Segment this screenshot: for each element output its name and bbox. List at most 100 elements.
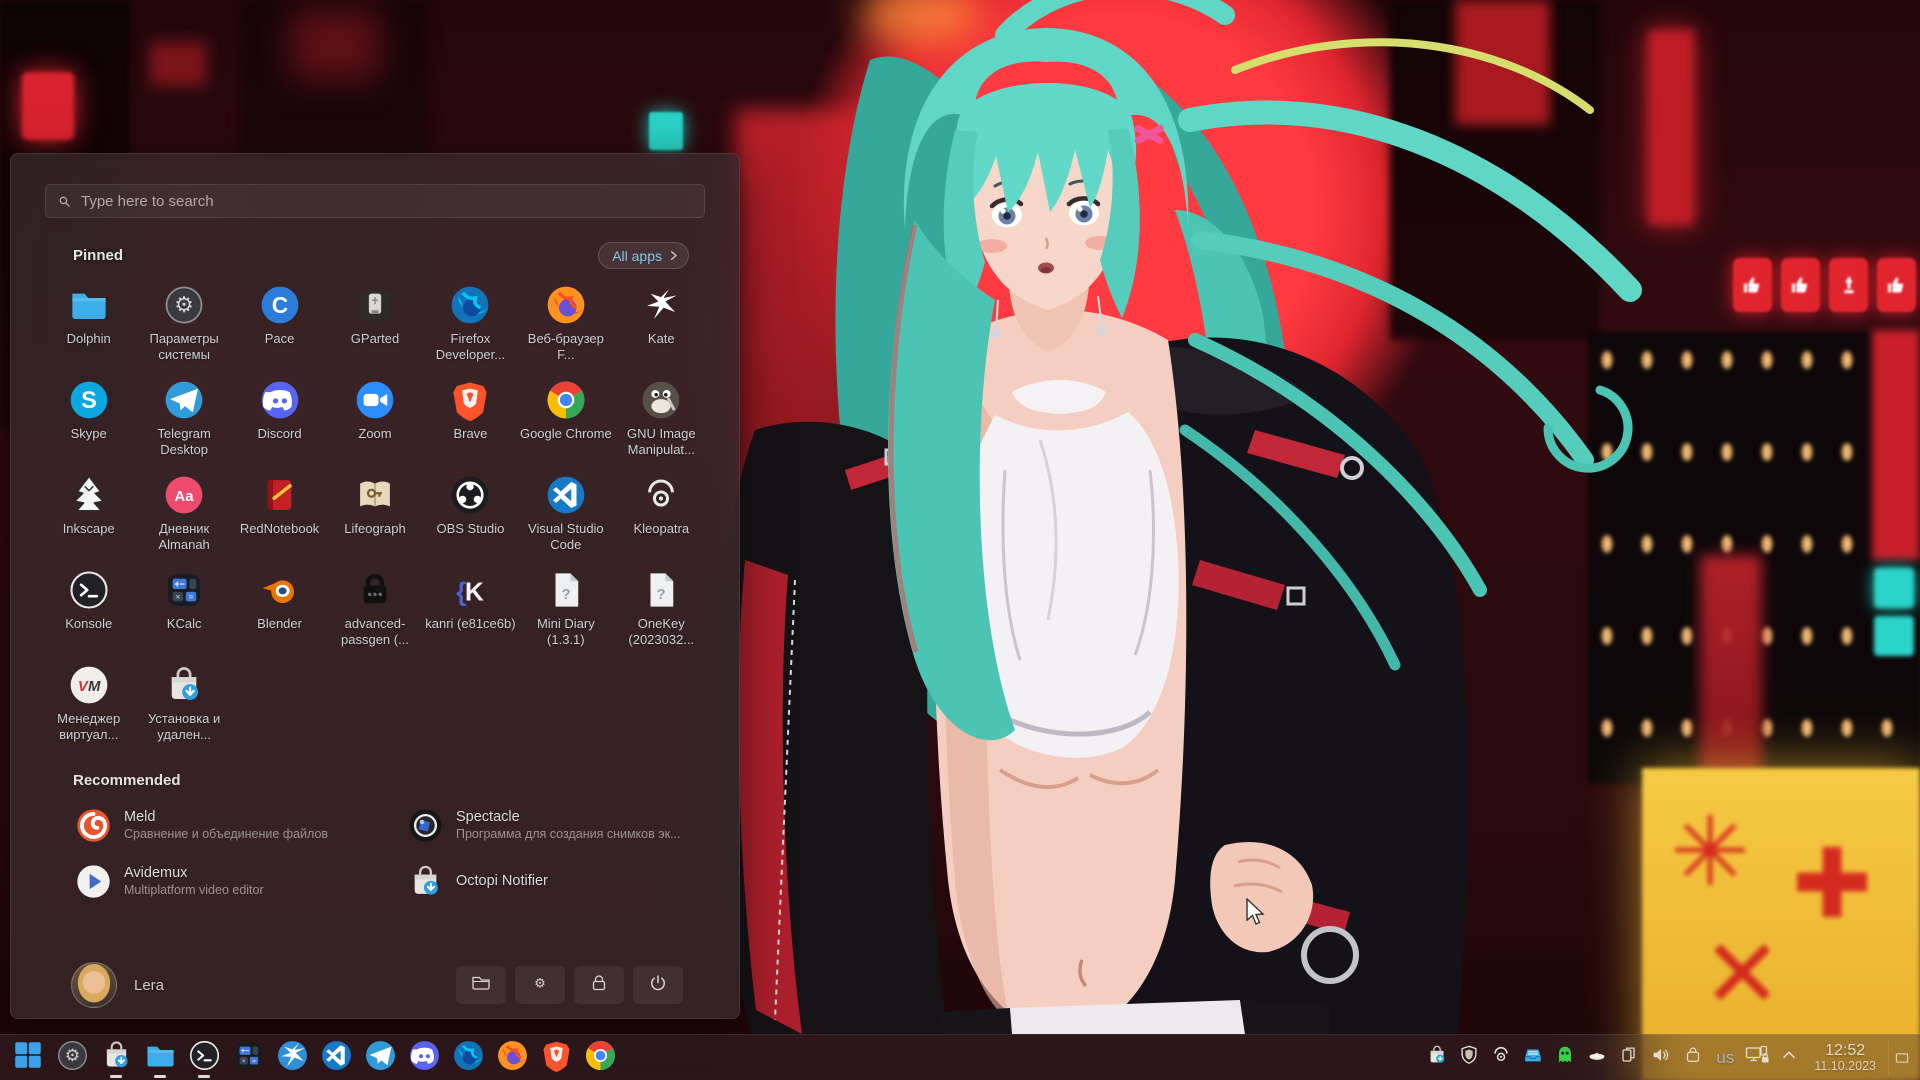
search-bar[interactable] bbox=[45, 184, 705, 218]
pinned-app-telegram-desktop[interactable]: Telegram Desktop bbox=[136, 374, 231, 469]
pinned-app-advanced-passgen[interactable]: advanced-passgen (... bbox=[327, 564, 422, 659]
bagdl-icon bbox=[163, 664, 205, 706]
taskbar-app-firefox-developer[interactable] bbox=[447, 1037, 489, 1079]
all-apps-button[interactable]: All apps bbox=[598, 242, 689, 269]
meld-icon bbox=[75, 807, 112, 844]
show-desktop-button[interactable] bbox=[1888, 1040, 1914, 1076]
chrome-icon bbox=[545, 379, 587, 421]
pinned-app-kate[interactable]: Kate bbox=[614, 279, 709, 374]
pinned-app-vm-manager[interactable]: VMМенеджер виртуал... bbox=[41, 659, 136, 754]
digital-clock[interactable]: 12:52 11.10.2023 bbox=[1806, 1042, 1886, 1074]
taskbar-app-vscode[interactable] bbox=[315, 1037, 357, 1079]
search-input[interactable] bbox=[81, 193, 694, 210]
recommended-app-spectacle[interactable]: SpectacleПрограмма для создания снимков … bbox=[373, 797, 705, 853]
pinned-app-brave[interactable]: Brave bbox=[423, 374, 518, 469]
pinned-app-kleopatra[interactable]: Kleopatra bbox=[614, 469, 709, 564]
vscode-icon bbox=[545, 474, 587, 516]
tray-ghost[interactable] bbox=[1550, 1043, 1580, 1073]
svg-text:K: K bbox=[465, 577, 484, 607]
app-label: Дневник Almanah bbox=[138, 521, 230, 553]
tray-expand-tray[interactable] bbox=[1774, 1043, 1804, 1073]
pinned-app-skype[interactable]: SSkype bbox=[41, 374, 136, 469]
taskbar-app-kate[interactable] bbox=[271, 1037, 313, 1079]
system-tray: us 12:52 11.10.2023 bbox=[1422, 1040, 1914, 1076]
pinned-app-gimp[interactable]: GNU Image Manipulat... bbox=[614, 374, 709, 469]
pinned-app-zoom[interactable]: Zoom bbox=[327, 374, 422, 469]
application-launcher-button[interactable] bbox=[7, 1037, 49, 1079]
firefoxdev-icon bbox=[449, 284, 491, 326]
pinned-app-install-remove[interactable]: Установка и удален... bbox=[136, 659, 231, 754]
taskbar-app-google-chrome[interactable] bbox=[579, 1037, 621, 1079]
pinned-app-konsole[interactable]: Konsole bbox=[41, 564, 136, 659]
recommended-app-avidemux[interactable]: AvidemuxMultiplatform video editor bbox=[41, 853, 373, 909]
pinned-app-mini-diary[interactable]: ?Mini Diary (1.3.1) bbox=[518, 564, 613, 659]
tray-clipboard[interactable] bbox=[1614, 1043, 1644, 1073]
pinned-app-onekey[interactable]: ? OneKey (2023032... bbox=[614, 564, 709, 659]
taskbar-app-system-settings[interactable]: ⚙ bbox=[51, 1037, 93, 1079]
pinned-app-kcalc[interactable]: +−×=KCalc bbox=[136, 564, 231, 659]
vault-icon bbox=[1682, 1044, 1704, 1071]
pinned-app-vscode[interactable]: Visual Studio Code bbox=[518, 469, 613, 564]
taskbar-app-brave[interactable] bbox=[535, 1037, 577, 1079]
taskbar-app-discord[interactable] bbox=[403, 1037, 445, 1079]
tray-audio-volume[interactable] bbox=[1646, 1043, 1676, 1073]
taskbar: ⚙ +−×= us 12:52 11.10.2023 bbox=[0, 1034, 1920, 1080]
gimp-icon bbox=[640, 379, 682, 421]
desktop-peek-icon bbox=[1893, 1049, 1911, 1067]
tray-kleopatra-tray[interactable] bbox=[1486, 1043, 1516, 1073]
tray-shield[interactable] bbox=[1454, 1043, 1484, 1073]
pinned-app-rednotebook[interactable]: RedNotebook bbox=[232, 469, 327, 564]
settings-button[interactable]: ⚙ bbox=[515, 966, 565, 1004]
pinned-app-firefox-developer[interactable]: Firefox Developer... bbox=[423, 279, 518, 374]
taskbar-app-octopi[interactable] bbox=[95, 1037, 137, 1079]
filequestion-icon: ? bbox=[545, 569, 587, 611]
user-avatar[interactable] bbox=[71, 962, 117, 1008]
gparted-icon bbox=[354, 284, 396, 326]
taskbar-app-telegram[interactable] bbox=[359, 1037, 401, 1079]
pinned-app-discord[interactable]: Discord bbox=[232, 374, 327, 469]
app-label: Konsole bbox=[65, 616, 112, 632]
pinned-app-dolphin[interactable]: Dolphin bbox=[41, 279, 136, 374]
app-subtitle: Сравнение и объединение файлов bbox=[124, 827, 328, 841]
tray-network[interactable] bbox=[1742, 1043, 1772, 1073]
tray-mail-inbox[interactable] bbox=[1518, 1043, 1548, 1073]
pinned-app-gparted[interactable]: GParted bbox=[327, 279, 422, 374]
recommended-apps-grid: MeldСравнение и объединение файловSpecta… bbox=[41, 797, 705, 909]
pinned-app-lifeograph[interactable]: Lifeograph bbox=[327, 469, 422, 564]
inkscape-icon bbox=[68, 474, 110, 516]
power-button[interactable] bbox=[633, 966, 683, 1004]
recommended-app-octopi-notifier[interactable]: Octopi Notifier bbox=[373, 853, 705, 909]
firefox-icon bbox=[545, 284, 587, 326]
session-buttons: ⚙ bbox=[456, 966, 683, 1004]
pinned-app-inkscape[interactable]: Inkscape bbox=[41, 469, 136, 564]
tray-vault[interactable] bbox=[1678, 1043, 1708, 1073]
tray-package-updates[interactable] bbox=[1422, 1043, 1452, 1073]
pinned-app-almanah[interactable]: Aa Дневник Almanah bbox=[136, 469, 231, 564]
svg-text:=: = bbox=[189, 592, 194, 601]
recommended-app-meld[interactable]: MeldСравнение и объединение файлов bbox=[41, 797, 373, 853]
pinned-app-pace[interactable]: CPace bbox=[232, 279, 327, 374]
taskbar-app-konsole[interactable] bbox=[183, 1037, 225, 1079]
pinned-app-system-settings[interactable]: ⚙Параметры системы bbox=[136, 279, 231, 374]
keyboard-layout-indicator[interactable]: us bbox=[1710, 1048, 1740, 1068]
svg-text:Aa: Aa bbox=[175, 489, 195, 505]
app-label: OneKey (2023032... bbox=[615, 616, 707, 648]
taskbar-app-dolphin[interactable] bbox=[139, 1037, 181, 1079]
pinned-apps-grid: Dolphin⚙Параметры системыCPaceGPartedFir… bbox=[41, 279, 709, 754]
clock-date: 11.10.2023 bbox=[1814, 1059, 1876, 1073]
pinned-app-kanri[interactable]: {Kkanri (e81ce6b) bbox=[423, 564, 518, 659]
taskbar-app-firefox[interactable] bbox=[491, 1037, 533, 1079]
pinned-app-obs-studio[interactable]: OBS Studio bbox=[423, 469, 518, 564]
pinned-app-google-chrome[interactable]: Google Chrome bbox=[518, 374, 613, 469]
files-button[interactable] bbox=[456, 966, 506, 1004]
chrome-icon bbox=[584, 1039, 617, 1077]
brave-icon bbox=[540, 1039, 573, 1077]
pinned-app-blender[interactable]: Blender bbox=[232, 564, 327, 659]
pinned-app-firefox-browser[interactable]: Веб-браузер F... bbox=[518, 279, 613, 374]
filequestion-icon: ? bbox=[640, 569, 682, 611]
vm-icon: VM bbox=[68, 664, 110, 706]
kcalc-icon: +−×= bbox=[163, 569, 205, 611]
lock-button[interactable] bbox=[574, 966, 624, 1004]
tray-ufo[interactable] bbox=[1582, 1043, 1612, 1073]
taskbar-app-kcalc[interactable]: +−×= bbox=[227, 1037, 269, 1079]
